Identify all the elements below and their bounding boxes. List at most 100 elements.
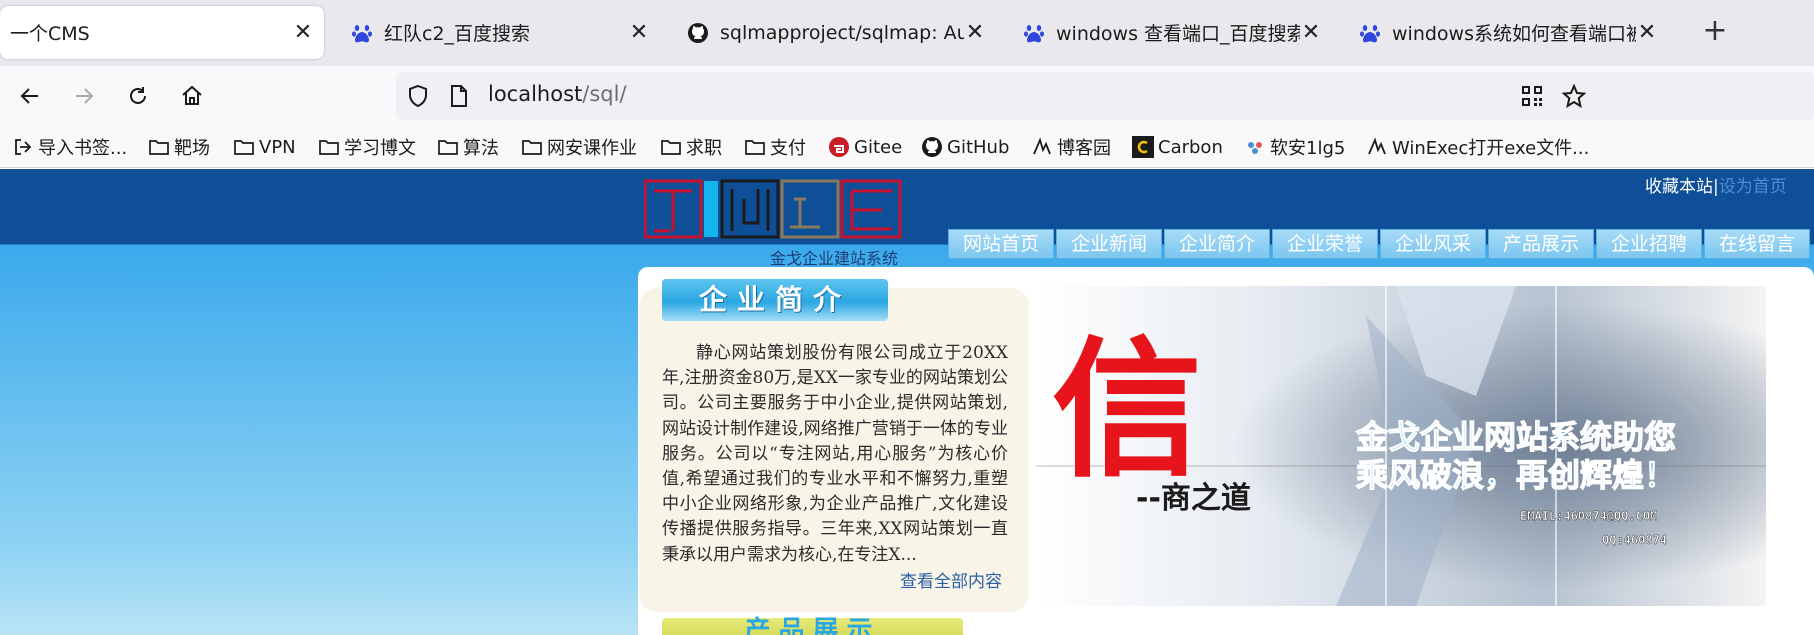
bookmark-label: 导入书签... — [38, 138, 128, 159]
tab-title: windows 查看端口_百度搜索 — [1056, 23, 1300, 45]
promo-banner[interactable]: 信 --商之道 金戈企业网站系统助您 乘风破浪，再创辉煌！ EMAIL:4608… — [1036, 286, 1766, 606]
banner-email: EMAIL:460874@QQ.COM — [1520, 509, 1657, 523]
bookmark-github[interactable]: GitHub — [921, 134, 1009, 160]
add-favorite-link[interactable]: 收藏本站 — [1645, 177, 1713, 197]
cnblogs-icon — [1031, 136, 1053, 158]
baidu-paw-icon — [350, 21, 374, 45]
banner-big-character: 信 — [1052, 322, 1202, 498]
company-intro-text: 静心网站策划股份有限公司成立于20XX年,注册资金80万,是XX一家专业的网站策… — [662, 343, 1008, 565]
bookmark-folder-target[interactable]: 靶场 — [148, 134, 210, 160]
banner-slogan-line-1: 金戈企业网站系统助您 — [1355, 418, 1676, 456]
page-info-icon[interactable] — [448, 84, 470, 112]
bookmark-import[interactable]: 导入书签... — [12, 134, 127, 160]
page-viewport: 金戈企业建站系统 收藏本站|设为首页 网站首页 企业新闻 企业简介 企业荣誉 企… — [0, 169, 1814, 635]
link-icon — [1244, 136, 1266, 158]
bookmark-folder-jobs[interactable]: 求职 — [660, 134, 722, 160]
tab-baidu-port[interactable]: windows 查看端口_百度搜索 ✕ — [1012, 6, 1332, 59]
menu-about[interactable]: 企业简介 — [1164, 229, 1270, 259]
menu-jobs[interactable]: 企业招聘 — [1596, 229, 1702, 259]
banner-qq: QQ:460874 — [1602, 533, 1667, 547]
menu-honors[interactable]: 企业荣誉 — [1272, 229, 1378, 259]
gitee-icon — [828, 136, 850, 158]
tab-title: sqlmapproject/sqlmap: Automatic SQL inje… — [720, 21, 964, 44]
folder-icon — [744, 136, 766, 158]
import-icon — [12, 136, 34, 158]
carbon-icon — [1132, 136, 1154, 158]
tab-title: 红队c2_百度搜索 — [384, 23, 531, 45]
tab-cms[interactable]: 一个CMS ✕ — [0, 6, 324, 59]
tab-strip: 一个CMS ✕ 红队c2_百度搜索 ✕ sqlmapproject/sqlmap… — [0, 0, 1814, 66]
banner-subtitle: --商之道 — [1136, 481, 1251, 516]
url-text[interactable]: localhost/sql/ — [488, 82, 627, 106]
bookmark-label: 支付 — [770, 138, 806, 159]
bookmark-label: 靶场 — [174, 138, 210, 159]
folder-icon — [318, 136, 340, 158]
bookmark-label: 网安课作业 — [547, 138, 637, 159]
bookmark-folder-algorithm[interactable]: 算法 — [437, 134, 499, 160]
menu-news[interactable]: 企业新闻 — [1056, 229, 1162, 259]
bookmark-carbon[interactable]: Carbon — [1132, 134, 1223, 160]
shield-icon[interactable] — [406, 84, 430, 112]
folder-icon — [660, 136, 682, 158]
new-tab-plus-icon[interactable]: + — [1697, 14, 1733, 50]
tab-title: 一个CMS — [10, 23, 90, 45]
bookmark-cnblogs[interactable]: 博客园 — [1031, 134, 1111, 160]
github-icon — [921, 136, 943, 158]
bookmark-gitee[interactable]: Gitee — [828, 134, 902, 160]
close-tab-icon[interactable]: ✕ — [628, 20, 650, 45]
bookmark-folder-homework[interactable]: 网安课作业 — [521, 134, 637, 160]
bookmark-folder-pay[interactable]: 支付 — [744, 134, 806, 160]
close-tab-icon[interactable]: ✕ — [1300, 20, 1322, 45]
browser-window: 一个CMS ✕ 红队c2_百度搜索 ✕ sqlmapproject/sqlmap… — [0, 0, 1814, 635]
bookmark-folder-study[interactable]: 学习博文 — [318, 134, 416, 160]
menu-guestbook[interactable]: 在线留言 — [1704, 229, 1810, 259]
close-tab-icon[interactable]: ✕ — [1636, 20, 1658, 45]
bookmark-label: 软安1lg5 — [1270, 138, 1346, 159]
close-tab-icon[interactable]: ✕ — [964, 20, 986, 45]
bookmark-label: 学习博文 — [344, 138, 416, 159]
close-tab-icon[interactable]: ✕ — [292, 20, 314, 45]
top-links: 收藏本站|设为首页 — [1645, 172, 1787, 197]
read-more-link[interactable]: 查看全部内容 — [900, 567, 1002, 592]
bookmark-label: Gitee — [854, 136, 903, 158]
company-intro-heading: 企业简介 — [662, 279, 888, 321]
logo-subtitle: 金戈企业建站系统 — [770, 249, 899, 268]
folder-icon — [437, 136, 459, 158]
tab-sqlmap[interactable]: sqlmapproject/sqlmap: Automatic SQL inje… — [676, 6, 996, 59]
bookmark-folder-vpn[interactable]: VPN — [233, 134, 296, 160]
bookmark-label: WinExec打开exe文件... — [1392, 138, 1590, 159]
qr-code-icon[interactable] — [1520, 84, 1544, 112]
banner-slogan-line-2: 乘风破浪，再创辉煌！ — [1356, 456, 1676, 494]
folder-icon — [148, 136, 170, 158]
menu-gallery[interactable]: 企业风采 — [1380, 229, 1486, 259]
back-arrow-icon[interactable] — [12, 78, 48, 114]
tab-baidu-c2[interactable]: 红队c2_百度搜索 ✕ — [340, 6, 660, 59]
reload-icon[interactable] — [120, 78, 156, 114]
bookmark-winexec[interactable]: WinExec打开exe文件... — [1366, 134, 1589, 160]
home-icon[interactable] — [174, 78, 210, 114]
url-path: /sql/ — [582, 82, 627, 106]
bookmarks-toolbar: 导入书签... 靶场 VPN 学习博文 算法 网安课作业 求职 支付 Gitee… — [0, 126, 1814, 168]
folder-icon — [233, 136, 255, 158]
baidu-paw-icon — [1022, 21, 1046, 45]
menu-products[interactable]: 产品展示 — [1488, 229, 1594, 259]
bookmark-star-icon[interactable] — [1561, 83, 1587, 112]
main-menu: 网站首页 企业新闻 企业简介 企业荣誉 企业风采 产品展示 企业招聘 在线留言 — [948, 229, 1812, 259]
address-bar[interactable]: localhost/sql/ — [396, 72, 1814, 120]
forward-arrow-icon[interactable] — [66, 78, 102, 114]
github-icon — [686, 21, 710, 45]
url-host: localhost — [488, 82, 583, 106]
navigation-toolbar: localhost/sql/ — [0, 66, 1814, 126]
bookmark-label: Carbon — [1158, 136, 1223, 158]
bookmark-label: 求职 — [686, 138, 722, 159]
folder-icon — [521, 136, 543, 158]
set-homepage-link[interactable]: 设为首页 — [1719, 177, 1787, 197]
tab-title: windows系统如何查看端口被占用 — [1392, 23, 1636, 45]
baidu-paw-icon — [1358, 21, 1382, 45]
bookmark-label: 博客园 — [1057, 138, 1111, 159]
bookmark-label: GitHub — [947, 136, 1010, 158]
menu-home[interactable]: 网站首页 — [948, 229, 1054, 259]
bookmark-ruanan[interactable]: 软安1lg5 — [1244, 134, 1345, 160]
bookmark-label: VPN — [259, 136, 296, 158]
tab-baidu-port-used[interactable]: windows系统如何查看端口被占用 ✕ — [1348, 6, 1668, 59]
